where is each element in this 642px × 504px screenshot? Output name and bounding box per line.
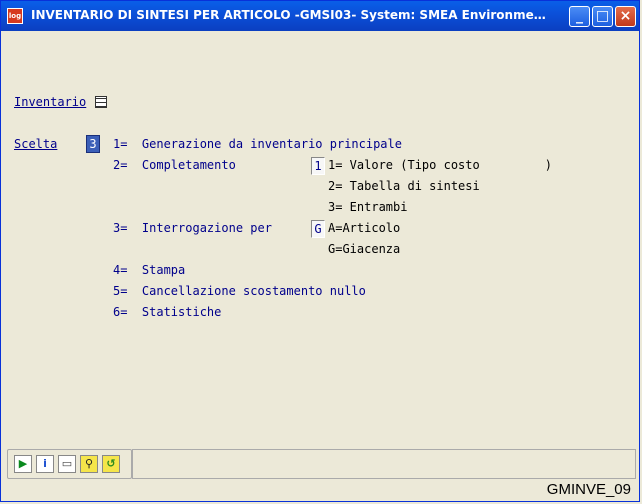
play-icon[interactable]: ▶ [14, 455, 32, 473]
option-5: 5= Cancellazione scostamento nullo [113, 284, 366, 298]
search-icon[interactable]: ⚲ [80, 455, 98, 473]
scelta-label[interactable]: Scelta [14, 137, 57, 151]
completamento-input[interactable]: 1 [311, 157, 325, 175]
interrogazione-input[interactable]: G [311, 220, 325, 238]
minimize-icon: _ [576, 8, 583, 24]
option-1: 1= Generazione da inventario principale [113, 137, 402, 151]
form-area: Inventario Scelta 3 1= Generazione da in… [4, 31, 636, 445]
toolbar: ▶ i ▭ ⚲ ↺ [7, 449, 132, 479]
option-3: 3= Interrogazione per [113, 221, 272, 235]
option-2: 2= Completamento [113, 158, 236, 172]
close-icon: × [619, 8, 632, 24]
title-bar: log INVENTARIO DI SINTESI PER ARTICOLO -… [1, 1, 639, 31]
status-bar: ▶ i ▭ ⚲ ↺ GMINVE_09 [4, 445, 636, 501]
window-title: INVENTARIO DI SINTESI PER ARTICOLO -GMSI… [31, 8, 551, 22]
grid-lookup-icon[interactable] [95, 96, 107, 108]
maximize-button[interactable]: □ [592, 6, 613, 27]
completamento-option-2: 2= Tabella di sintesi [328, 179, 480, 193]
close-button[interactable]: × [615, 6, 636, 27]
back-icon[interactable]: ↺ [102, 455, 120, 473]
screen-code: GMINVE_09 [546, 481, 631, 498]
interrogazione-option-g: G=Giacenza [328, 242, 401, 256]
minimize-button[interactable]: _ [569, 6, 590, 27]
option-6: 6= Statistiche [113, 305, 222, 319]
app-logo-icon[interactable]: log [7, 8, 23, 24]
maximize-icon: □ [595, 8, 610, 24]
scelta-input[interactable]: 3 [86, 135, 100, 153]
info-icon[interactable]: i [36, 455, 54, 473]
application-window: log INVENTARIO DI SINTESI PER ARTICOLO -… [0, 0, 640, 502]
interrogazione-option-a: A=Articolo [328, 221, 401, 235]
completamento-option-1: 1= Valore (Tipo costo ) [328, 158, 552, 172]
print-icon[interactable]: ▭ [58, 455, 76, 473]
option-4: 4= Stampa [113, 263, 186, 277]
inventario-label[interactable]: Inventario [14, 95, 86, 109]
message-panel [132, 449, 636, 479]
completamento-option-3: 3= Entrambi [328, 200, 408, 214]
